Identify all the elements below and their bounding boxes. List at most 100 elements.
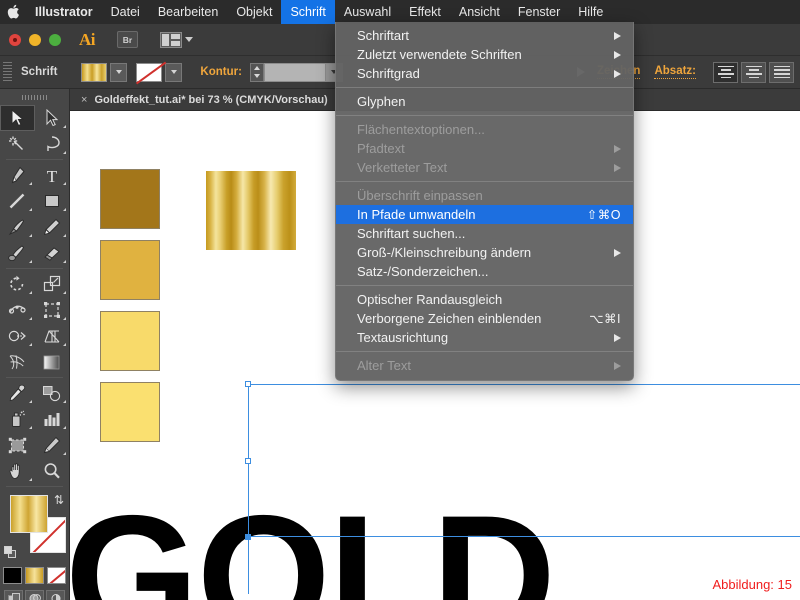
fill-swatch[interactable]: [81, 62, 108, 82]
workspace-switcher[interactable]: [160, 31, 193, 48]
stroke-weight-input[interactable]: [263, 62, 326, 82]
menu-ansicht[interactable]: Ansicht: [450, 0, 509, 24]
draw-inside-button[interactable]: [46, 590, 65, 600]
minimize-window-button[interactable]: [29, 33, 41, 46]
selection-handle-middle-left[interactable]: [245, 458, 251, 464]
eyedropper-tool[interactable]: [0, 380, 35, 406]
gradient-tool[interactable]: [35, 349, 70, 375]
selection-handle-bottom-left[interactable]: [245, 534, 251, 540]
menu-item-shortcut: ⌥⌘I: [589, 312, 621, 326]
menu-item-satz-sonderzeichen[interactable]: Satz-/Sonderzeichen...: [336, 262, 633, 281]
menu-item-schriftart[interactable]: Schriftart: [336, 26, 633, 45]
document-tab[interactable]: × Goldeffekt_tut.ai* bei 73 % (CMYK/Vors…: [70, 89, 340, 110]
stroke-weight-stepper[interactable]: [249, 62, 264, 82]
color-mode-button[interactable]: [3, 567, 22, 584]
scale-tool[interactable]: [35, 271, 70, 297]
menu-item-textausrichtung[interactable]: Textausrichtung: [336, 328, 633, 347]
direct-selection-tool[interactable]: [35, 105, 70, 131]
system-menu-bar[interactable]: Illustrator Datei Bearbeiten Objekt Schr…: [0, 0, 800, 24]
apple-logo-icon[interactable]: [0, 4, 26, 21]
close-window-button[interactable]: [9, 33, 21, 46]
default-fill-stroke-icon[interactable]: [4, 546, 17, 559]
pencil-tool[interactable]: [35, 214, 70, 240]
close-icon[interactable]: ×: [81, 94, 87, 106]
eraser-tool[interactable]: [35, 240, 70, 266]
blob-brush-tool[interactable]: [0, 240, 35, 266]
rotate-tool[interactable]: [0, 271, 35, 297]
zoom-window-button[interactable]: [49, 33, 61, 46]
menu-item-schriftart-suchen[interactable]: Schriftart suchen...: [336, 224, 633, 243]
color-mode-buttons[interactable]: [0, 567, 69, 584]
menu-item-in-pfade-umwandeln[interactable]: In Pfade umwandeln ⇧⌘O: [336, 205, 633, 224]
paintbrush-tool[interactable]: [0, 214, 35, 240]
magic-wand-tool[interactable]: [0, 131, 35, 157]
tools-grid[interactable]: T: [0, 105, 69, 484]
fill-control[interactable]: [81, 62, 128, 82]
mesh-tool[interactable]: [0, 349, 35, 375]
artboard-tool[interactable]: [0, 432, 35, 458]
column-graph-tool[interactable]: [35, 406, 70, 432]
tools-panel[interactable]: T ⇅: [0, 89, 70, 600]
align-center-button[interactable]: [741, 61, 766, 83]
tools-panel-grip[interactable]: [21, 92, 48, 103]
bridge-button[interactable]: Br: [117, 31, 138, 48]
line-segment-tool[interactable]: [0, 188, 35, 214]
selection-handle-top-left[interactable]: [245, 381, 251, 387]
stroke-weight-field-group[interactable]: [263, 62, 343, 82]
menu-item-schriftgrad[interactable]: Schriftgrad: [336, 64, 633, 83]
menu-item-gross-kleinschreibung-aendern[interactable]: Groß-/Kleinschreibung ändern: [336, 243, 633, 262]
slice-tool[interactable]: [35, 432, 70, 458]
menu-hilfe[interactable]: Hilfe: [569, 0, 612, 24]
lasso-tool[interactable]: [35, 131, 70, 157]
fill-dropdown-button[interactable]: [110, 62, 128, 82]
menu-item-glyphen[interactable]: Glyphen: [336, 92, 633, 111]
align-justify-button[interactable]: [769, 61, 794, 83]
menu-schrift[interactable]: Schrift: [281, 0, 335, 24]
rectangle-tool[interactable]: [35, 188, 70, 214]
gold-gradient-rectangle[interactable]: [206, 171, 296, 250]
fill-stroke-indicator[interactable]: ⇅: [0, 491, 69, 565]
fill-indicator[interactable]: [10, 495, 48, 533]
width-tool[interactable]: [0, 297, 35, 323]
stroke-dropdown-button[interactable]: [165, 62, 183, 82]
align-left-button[interactable]: [713, 61, 738, 83]
stroke-swatch[interactable]: [136, 62, 163, 82]
menu-item-alter-text: Alter Text: [336, 356, 633, 375]
symbol-sprayer-tool[interactable]: [0, 406, 35, 432]
window-controls[interactable]: [0, 33, 61, 46]
selection-bounding-box[interactable]: [248, 384, 800, 537]
free-transform-tool[interactable]: [35, 297, 70, 323]
schrift-dropdown-menu[interactable]: Schriftart Zuletzt verwendete Schriften …: [335, 22, 634, 381]
menu-illustrator[interactable]: Illustrator: [26, 0, 102, 24]
menu-effekt[interactable]: Effekt: [400, 0, 450, 24]
draw-normal-button[interactable]: [4, 590, 23, 600]
swap-fill-stroke-icon[interactable]: ⇅: [54, 493, 64, 507]
menu-item-verborgene-zeichen-einblenden[interactable]: Verborgene Zeichen einblenden ⌥⌘I: [336, 309, 633, 328]
hand-tool[interactable]: [0, 458, 35, 484]
perspective-grid-tool[interactable]: [35, 323, 70, 349]
none-mode-button[interactable]: [47, 567, 66, 584]
pen-tool[interactable]: [0, 162, 35, 188]
paragraph-panel-link[interactable]: Absatz:: [654, 65, 696, 79]
menu-datei[interactable]: Datei: [102, 0, 149, 24]
swatch-medium-gold[interactable]: [100, 240, 160, 300]
stroke-control[interactable]: [136, 62, 183, 82]
blend-tool[interactable]: [35, 380, 70, 406]
shape-builder-tool[interactable]: [0, 323, 35, 349]
drawing-mode-buttons[interactable]: [0, 590, 69, 600]
swatch-light-gold[interactable]: [100, 311, 160, 371]
menu-bearbeiten[interactable]: Bearbeiten: [149, 0, 227, 24]
type-tool[interactable]: T: [35, 162, 70, 188]
control-bar-grip[interactable]: [3, 62, 12, 82]
draw-behind-button[interactable]: [25, 590, 44, 600]
menu-objekt[interactable]: Objekt: [227, 0, 281, 24]
menu-item-optischer-randausgleich[interactable]: Optischer Randausgleich: [336, 290, 633, 309]
selection-tool[interactable]: [0, 105, 35, 131]
zoom-tool[interactable]: [35, 458, 70, 484]
swatch-dark-gold[interactable]: [100, 169, 160, 229]
menu-item-zuletzt-verwendete-schriften[interactable]: Zuletzt verwendete Schriften: [336, 45, 633, 64]
menu-fenster[interactable]: Fenster: [509, 0, 569, 24]
gradient-mode-button[interactable]: [25, 567, 44, 584]
menu-auswahl[interactable]: Auswahl: [335, 0, 400, 24]
swatch-pale-gold[interactable]: [100, 382, 160, 442]
